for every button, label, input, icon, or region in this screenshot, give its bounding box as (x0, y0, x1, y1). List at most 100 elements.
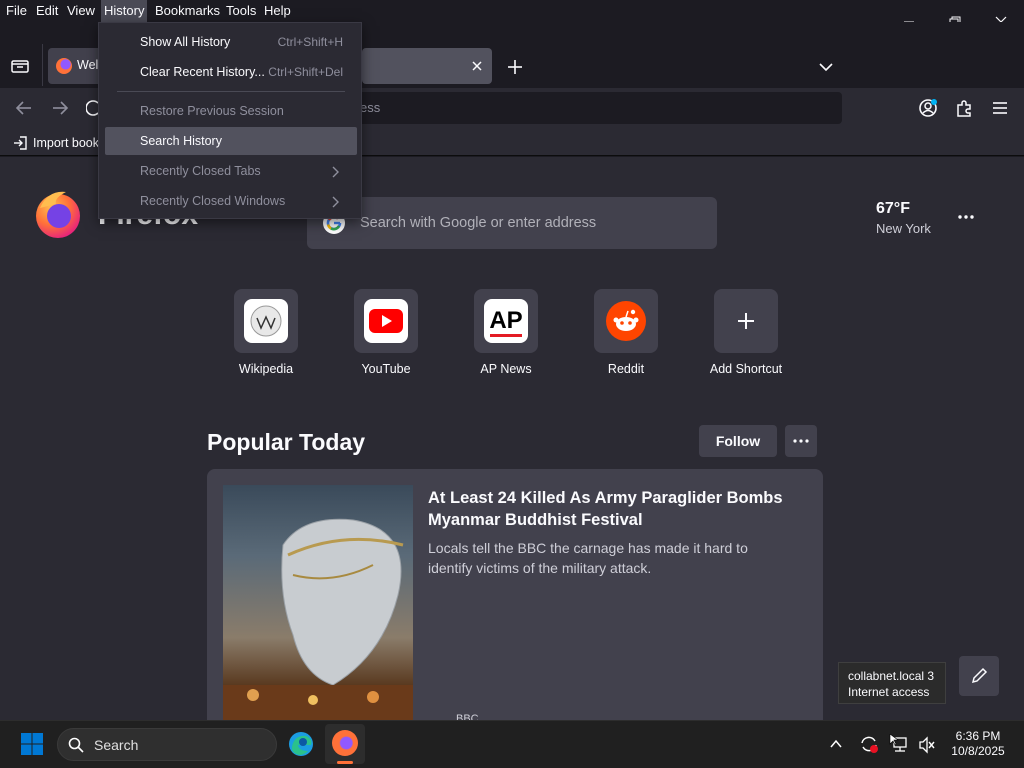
tab-welcome[interactable]: Welc (48, 48, 105, 84)
chevron-up-icon (830, 739, 842, 748)
follow-button[interactable]: Follow (699, 425, 777, 457)
story-excerpt: Locals tell the BBC the carnage has made… (428, 540, 748, 576)
tooltip-line1: collabnet.local 3 (848, 669, 935, 683)
menu-bookmarks[interactable]: Bookmarks (152, 0, 223, 22)
volume-tray-icon[interactable] (918, 736, 936, 754)
firefox-view-icon (11, 60, 29, 73)
hamburger-menu-icon (993, 102, 1007, 114)
account-button[interactable] (918, 98, 938, 118)
puzzle-icon (957, 100, 971, 117)
menu-item-clear-recent-history[interactable]: Clear Recent History... Ctrl+Shift+Del (105, 58, 357, 86)
extensions-button[interactable] (954, 98, 974, 118)
plus-icon (738, 313, 754, 329)
shortcut-label: Wikipedia (238, 362, 294, 376)
taskbar-search-label: Search (94, 737, 139, 753)
menu-item-label: Restore Previous Session (140, 104, 284, 118)
menu-item-label: Recently Closed Tabs (140, 164, 261, 178)
newtab-search-box[interactable]: Search with Google or enter address (307, 197, 717, 249)
menu-history[interactable]: History (101, 0, 148, 22)
network-tooltip: collabnet.local 3 Internet access (838, 662, 946, 704)
active-indicator (337, 761, 353, 764)
section-options-button[interactable] (785, 425, 817, 457)
tab-current[interactable] (362, 48, 492, 84)
menu-item-show-all-history[interactable]: Show All History Ctrl+Shift+H (105, 28, 357, 56)
app-menu-button[interactable] (990, 98, 1010, 118)
youtube-icon (364, 299, 408, 343)
close-tab-icon[interactable] (471, 60, 483, 72)
shortcut-tile (234, 289, 298, 353)
taskbar-search[interactable]: Search (57, 728, 277, 761)
start-button[interactable] (20, 732, 44, 756)
menu-item-shortcut: Ctrl+Shift+H (277, 35, 343, 49)
menu-item-recently-closed-windows[interactable]: Recently Closed Windows (105, 187, 357, 215)
weather-options-button[interactable] (956, 207, 976, 227)
clock-time: 6:36 PM (955, 729, 1001, 743)
firefox-tab-icon (56, 58, 72, 74)
windows-icon (21, 733, 43, 755)
shortcut-tile (594, 289, 658, 353)
wikipedia-icon (244, 299, 288, 343)
url-placeholder: ess (360, 100, 381, 115)
firefox-view-button[interactable] (8, 54, 32, 78)
list-all-tabs-button[interactable] (816, 57, 836, 77)
menu-item-search-history[interactable]: Search History (105, 127, 357, 155)
shortcut-youtube[interactable]: YouTube (336, 289, 436, 376)
network-tray-icon[interactable] (889, 734, 911, 754)
menu-item-recently-closed-tabs[interactable]: Recently Closed Tabs (105, 157, 357, 185)
search-icon (68, 737, 84, 753)
chevron-right-icon (332, 166, 339, 178)
firefox-taskbar-button[interactable] (325, 724, 365, 764)
menu-item-label: Recently Closed Windows (140, 194, 286, 208)
taskbar-clock[interactable]: 6:36 PM 10/8/2025 (946, 729, 1010, 759)
shortcut-reddit[interactable]: Reddit (576, 289, 676, 376)
menu-help[interactable]: Help (261, 0, 294, 22)
shortcut-add[interactable]: Add Shortcut (696, 289, 796, 376)
pencil-icon (971, 667, 988, 684)
plus-icon (508, 60, 522, 74)
menu-bar: File Edit View History Bookmarks Tools H… (0, 0, 1024, 22)
menu-view[interactable]: View (64, 0, 98, 22)
account-icon (919, 99, 937, 117)
chevron-right-icon (332, 196, 339, 208)
menu-edit[interactable]: Edit (33, 0, 61, 22)
menu-separator (117, 91, 345, 92)
import-icon (14, 136, 27, 150)
menu-item-shortcut: Ctrl+Shift+Del (268, 65, 343, 79)
import-bookmarks-label: Import book (33, 136, 100, 150)
shortcut-ap-news[interactable]: AP AP News (456, 289, 556, 376)
story-card[interactable]: At Least 24 Killed As Army Paraglider Bo… (207, 469, 823, 720)
history-menu: Show All History Ctrl+Shift+H Clear Rece… (98, 22, 362, 219)
tooltip-line2: Internet access (848, 685, 930, 699)
popular-today-heading: Popular Today (207, 429, 366, 455)
shortcut-label: YouTube (361, 362, 411, 376)
story-image (223, 485, 413, 720)
sync-tray-icon[interactable] (859, 734, 879, 754)
arrow-left-icon (15, 101, 31, 115)
chevron-down-icon (819, 63, 833, 72)
firefox-logo-icon (36, 191, 80, 238)
shortcut-label: AP News (480, 362, 532, 376)
more-options-icon (793, 439, 809, 443)
back-button[interactable] (14, 98, 34, 118)
more-options-icon (958, 215, 974, 219)
shortcut-tile (354, 289, 418, 353)
shortcut-wikipedia[interactable]: Wikipedia (216, 289, 316, 376)
new-tab-button[interactable] (505, 57, 525, 77)
edge-taskbar-button[interactable] (288, 731, 314, 757)
forward-button[interactable] (50, 98, 70, 118)
ap-news-icon: AP (484, 299, 528, 343)
menu-item-restore-previous-session[interactable]: Restore Previous Session (105, 97, 357, 125)
menu-tools[interactable]: Tools (223, 0, 259, 22)
story-source: BBC (456, 713, 479, 720)
weather-temp: 67°F (876, 200, 910, 217)
menu-item-label: Show All History (140, 35, 231, 49)
customize-button[interactable] (959, 656, 999, 696)
import-bookmarks-button[interactable]: Import book (12, 134, 99, 152)
story-headline[interactable]: At Least 24 Killed As Army Paraglider Bo… (428, 487, 798, 531)
sync-icon (861, 736, 878, 753)
show-hidden-icons-button[interactable] (828, 736, 844, 752)
menu-file[interactable]: File (3, 0, 30, 22)
svg-text:AP: AP (489, 307, 522, 334)
weather-widget[interactable]: 67°F New York (876, 200, 931, 236)
speaker-muted-icon (919, 736, 935, 754)
